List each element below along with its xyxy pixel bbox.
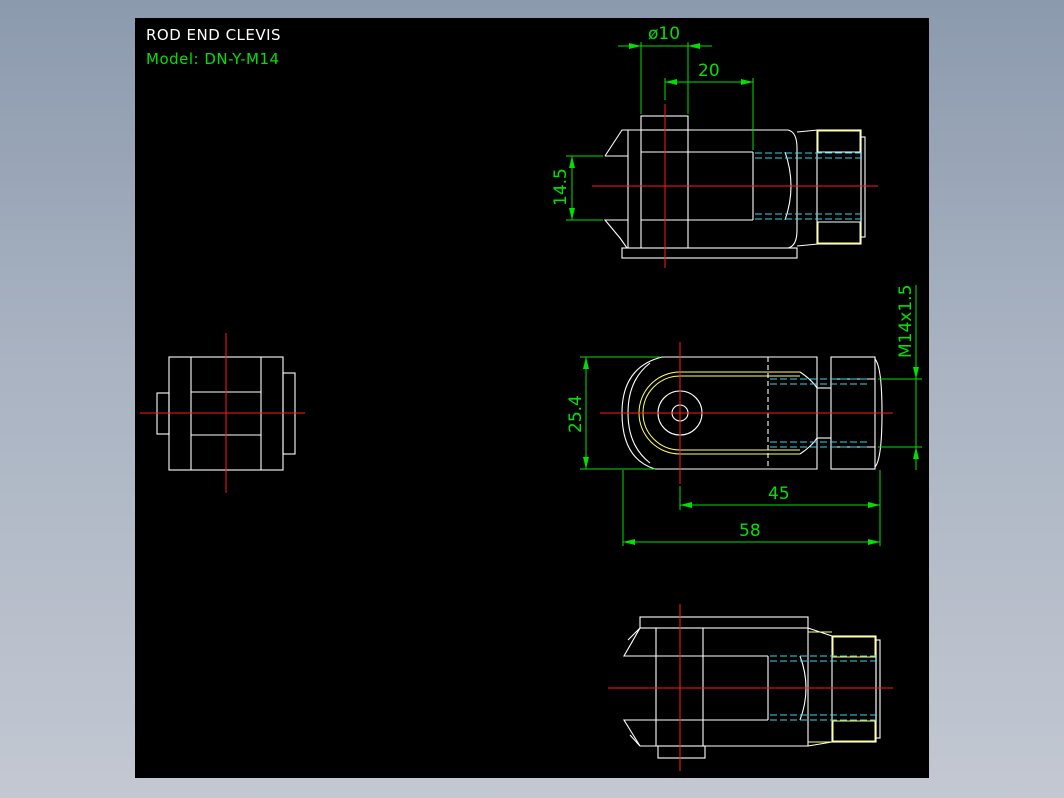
dimension-slot-width: 14.5 [551,155,603,221]
dimension-pin-to-end: 45 [679,470,881,546]
cad-drawing: ROD END CLEVIS Model: DN-Y-M14 ø10 20 14… [140,24,922,771]
top-width-label: 20 [698,61,720,81]
side-view [600,342,893,484]
overall-length-label: 58 [739,521,761,541]
slot-width-label: 14.5 [551,168,571,206]
bottom-view [608,604,893,771]
pin-to-end-label: 45 [768,484,790,504]
thread-label: M14x1.5 [896,285,916,358]
top-view [592,104,878,268]
drawing-title: ROD END CLEVIS [146,26,281,44]
dimension-top-width: 20 [664,61,754,150]
model-label: Model: DN-Y-M14 [146,50,280,68]
dimension-overall-length: 58 [622,470,880,546]
drawing-canvas: ROD END CLEVIS Model: DN-Y-M14 ø10 20 14… [135,18,929,778]
body-height-label: 25.4 [566,395,586,433]
dimension-thread: M14x1.5 [878,285,922,470]
pin-diameter-label: ø10 [648,24,680,44]
end-view [140,333,305,493]
